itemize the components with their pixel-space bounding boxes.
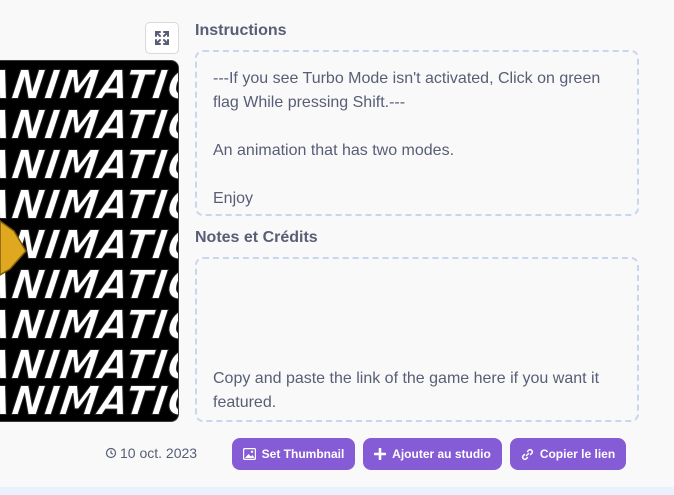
stage-text-row: ANIMATION: [0, 377, 179, 422]
set-thumbnail-button[interactable]: Set Thumbnail: [232, 438, 355, 470]
date-text: 10 oct. 2023: [120, 445, 198, 461]
notes-textarea[interactable]: Copy and paste the link of the game here…: [195, 257, 639, 422]
copy-link-button[interactable]: Copier le lien: [510, 438, 626, 470]
fullscreen-button[interactable]: [145, 22, 179, 54]
notes-title: Notes et Crédits: [195, 229, 318, 246]
bottom-divider: [0, 487, 674, 495]
add-to-studio-button[interactable]: Ajouter au studio: [363, 438, 502, 470]
project-stage[interactable]: ANIMATION ANIMATION ANIMATION ANIMATION …: [0, 60, 179, 422]
plus-icon: [374, 448, 387, 460]
stage-sprite: [0, 220, 27, 276]
notes-text: Copy and paste the link of the game here…: [213, 370, 600, 411]
link-icon: [521, 448, 533, 460]
instructions-textarea[interactable]: ---If you see Turbo Mode isn't activated…: [195, 50, 639, 216]
copy-link-label: Copier le lien: [539, 447, 616, 461]
image-icon: [242, 448, 256, 460]
clock-icon: [105, 447, 117, 459]
add-to-studio-label: Ajouter au studio: [392, 447, 491, 461]
instructions-title: Instructions: [195, 22, 287, 39]
instructions-text: ---If you see Turbo Mode isn't activated…: [213, 70, 601, 207]
set-thumbnail-label: Set Thumbnail: [261, 447, 345, 461]
fullscreen-icon: [155, 31, 169, 45]
share-date: 10 oct. 2023: [105, 445, 197, 461]
